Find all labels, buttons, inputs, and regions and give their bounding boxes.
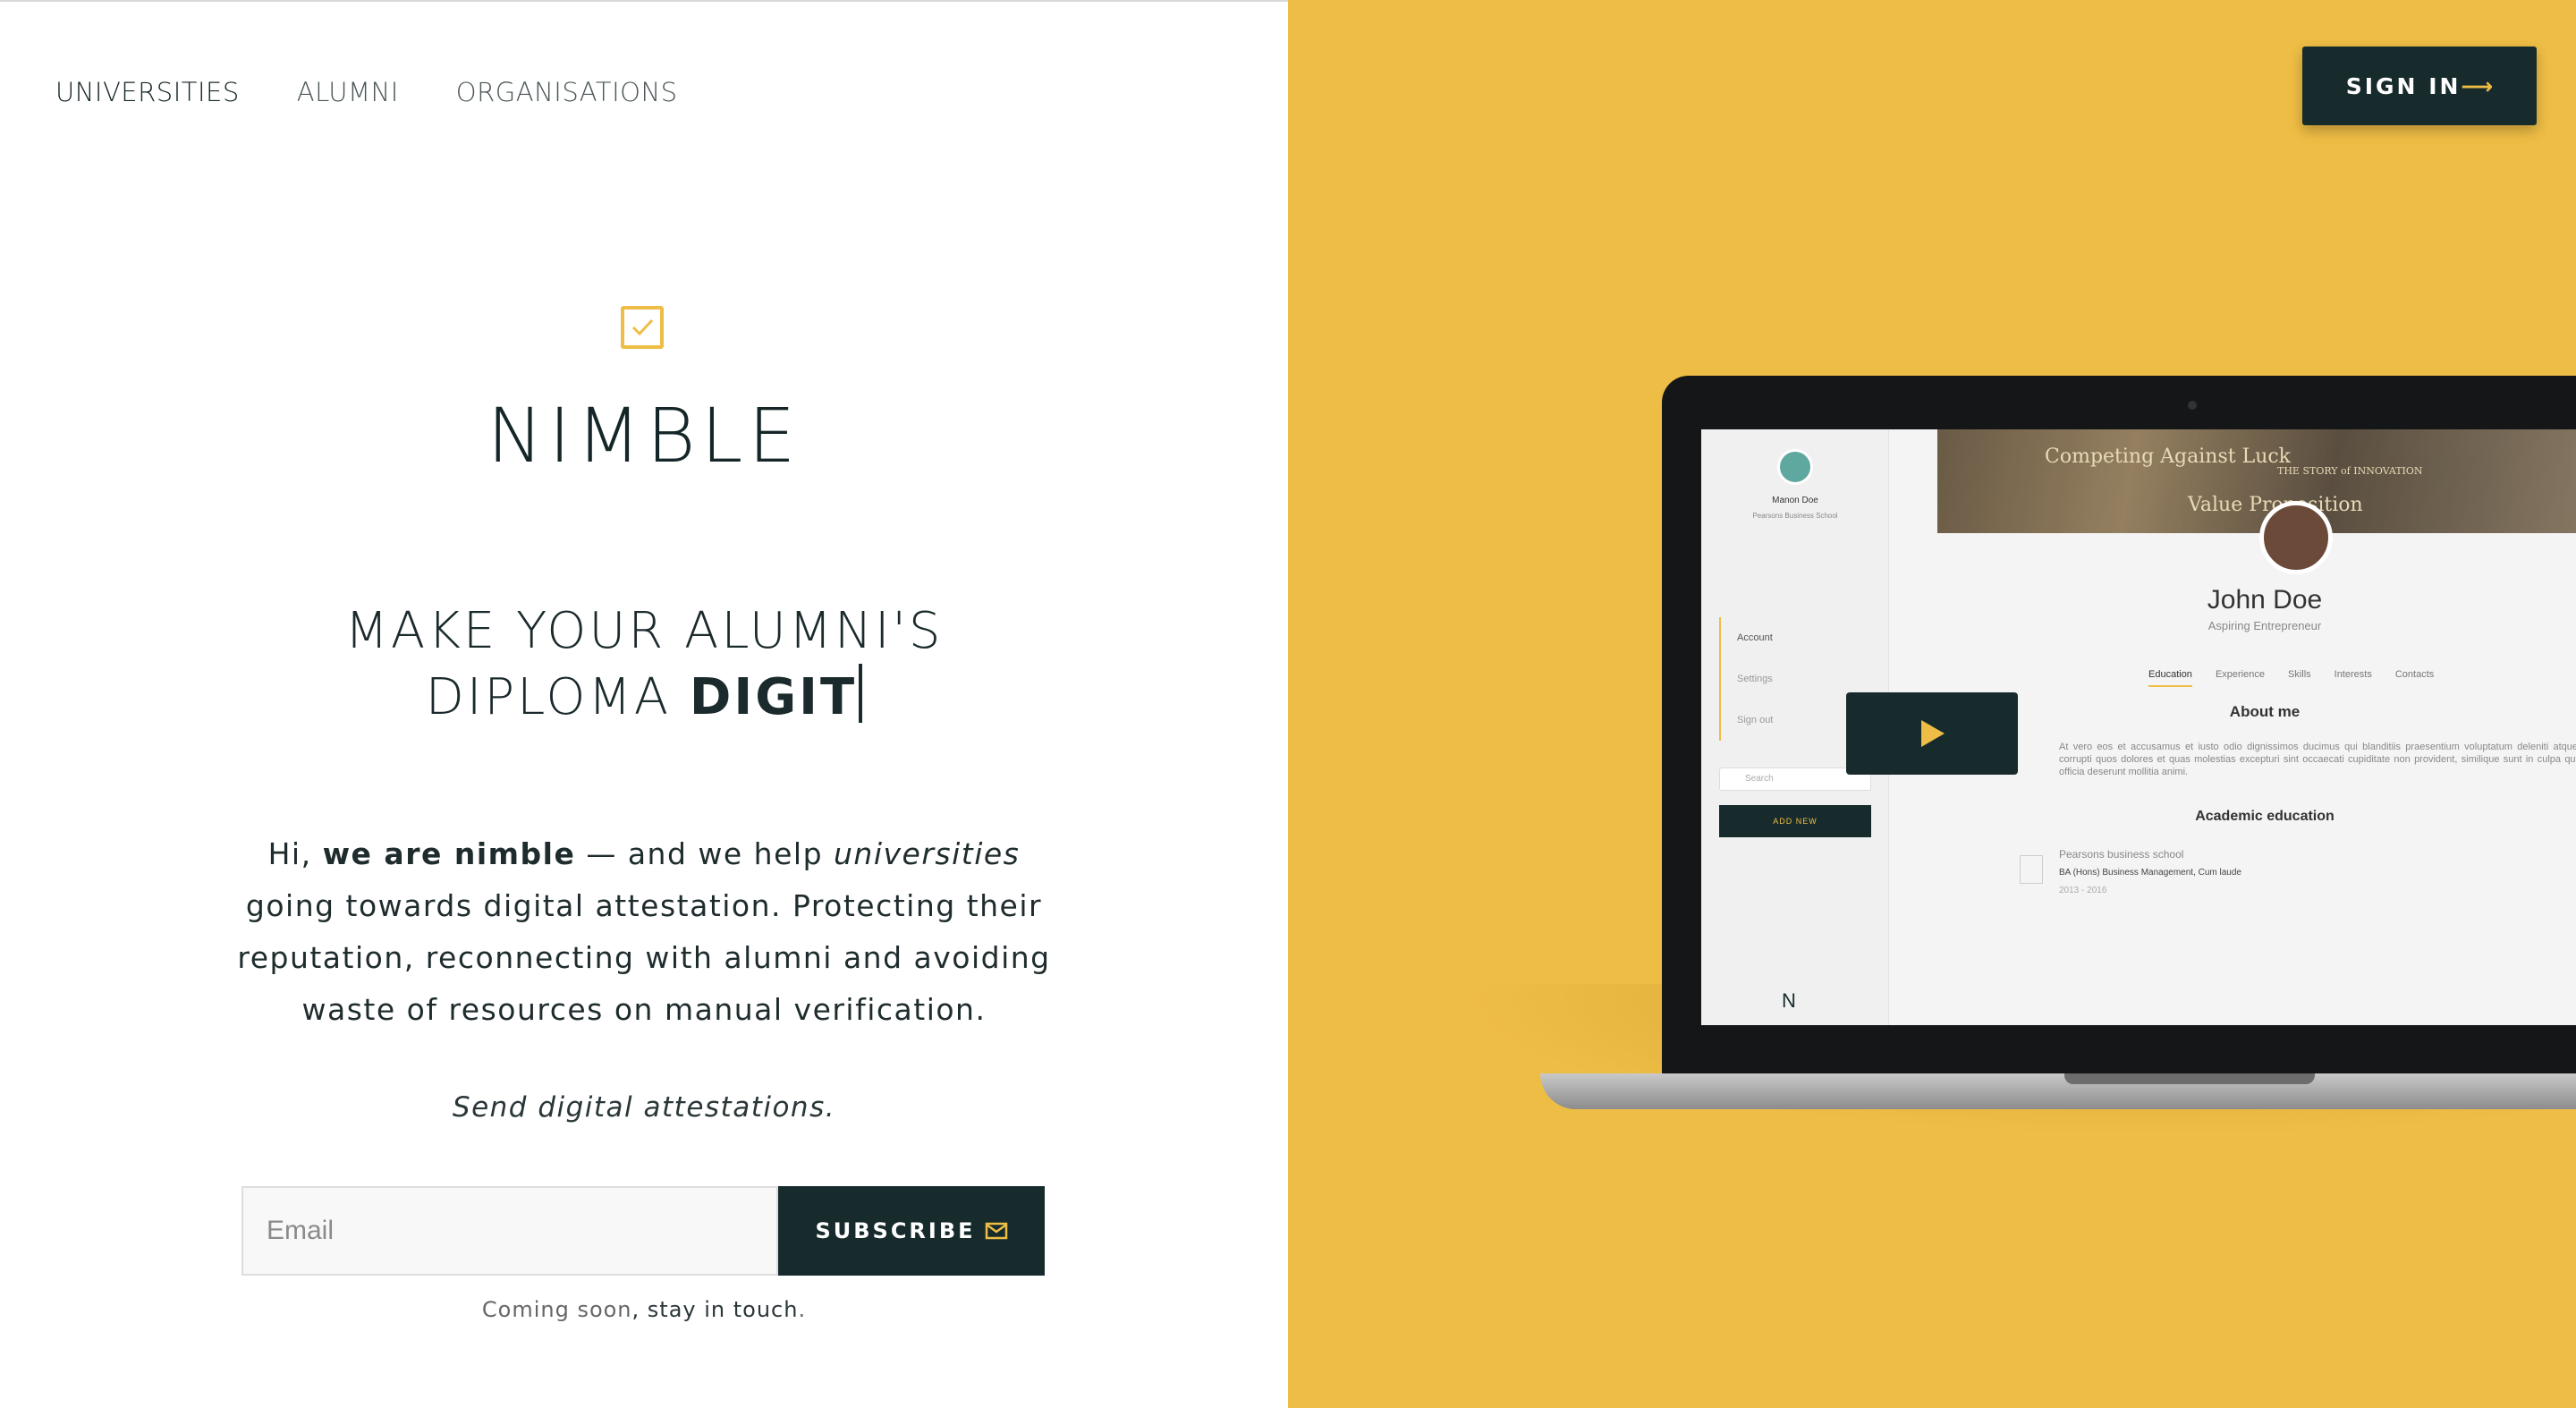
mockup-school-logo — [2020, 855, 2043, 884]
mockup-edu-degree: BA (Hons) Business Management, Cum laude — [2059, 868, 2241, 878]
stay-in-touch-link[interactable]: , stay in touch — [632, 1297, 799, 1322]
note-text: . — [798, 1297, 807, 1322]
mockup-tab: Experience — [2215, 669, 2265, 680]
brand-wordmark: NIMBLE — [487, 392, 801, 479]
hero-headline: MAKE YOUR ALUMNI'S DIPLOMA DIGIT — [0, 599, 1288, 730]
avatar — [1777, 449, 1813, 485]
mockup-about-text: At vero eos et accusamus et iusto odio d… — [2059, 742, 2576, 777]
mockup-menu-settings: Settings — [1737, 674, 1773, 684]
coming-soon-note: Coming soon, stay in touch. — [0, 1297, 1288, 1322]
mockup-tab: Education — [2148, 669, 2192, 687]
laptop-bezel: Manon Doe Pearsons Business School Accou… — [1662, 376, 2576, 1075]
subscribe-label: SUBSCRIBE — [815, 1218, 976, 1243]
mockup-user-school: Pearsons Business School — [1752, 512, 1838, 520]
intro-text: going towards digital attestation. Prote… — [237, 888, 1051, 1027]
left-panel: UNIVERSITIES ALUMNI ORGANISATIONS NIMBLE… — [0, 0, 1288, 1408]
headline-line2: DIPLOMA — [425, 668, 690, 726]
mockup-education-title: Academic education — [2195, 809, 2334, 824]
mockup-about-title: About me — [2229, 703, 2301, 720]
cover-book-title: Competing Against Luck — [2045, 445, 2292, 468]
intro-italic: universities — [834, 836, 1021, 871]
mockup-profile-role: Aspiring Entrepreneur — [2207, 619, 2322, 632]
mockup-profile-name: John Doe — [2207, 585, 2323, 615]
sign-in-button[interactable]: SIGN IN⟶ — [2302, 47, 2537, 125]
sign-in-label: SIGN IN — [2345, 72, 2462, 99]
top-nav: UNIVERSITIES ALUMNI ORGANISATIONS — [55, 77, 678, 107]
mockup-add-new: ADD NEW — [1719, 805, 1871, 837]
headline-typed-word: DIGIT — [689, 668, 858, 726]
mockup-profile-photo — [2259, 501, 2333, 574]
laptop-hinge — [2064, 1073, 2315, 1084]
mockup-edu-school: Pearsons business school — [2059, 848, 2184, 861]
mockup-mini-logo: N — [1782, 989, 1796, 1012]
subscribe-button[interactable]: SUBSCRIBE — [778, 1186, 1045, 1276]
nav-alumni[interactable]: ALUMNI — [297, 77, 399, 107]
intro-paragraph: Hi, we are nimble — and we help universi… — [224, 828, 1064, 1036]
mockup-user-name: Manon Doe — [1772, 496, 1818, 505]
typing-cursor — [859, 664, 863, 723]
mockup-tab: Skills — [2287, 669, 2311, 680]
nav-organisations[interactable]: ORGANISATIONS — [456, 77, 678, 107]
intro-text: Hi, — [267, 836, 323, 871]
subscribe-form: SUBSCRIBE — [242, 1186, 1045, 1276]
mockup-cover-image: Competing Against Luck Value Proposition… — [1937, 429, 2576, 533]
headline-line1: MAKE YOUR ALUMNI'S — [344, 602, 944, 660]
mockup-tab: Contacts — [2394, 669, 2435, 680]
mockup-tabs: Education Experience Skills Interests Co… — [2148, 669, 2434, 687]
check-square-icon — [621, 306, 664, 349]
cover-book-title: THE STORY of INNOVATION — [2277, 465, 2423, 477]
envelope-icon — [985, 1222, 1007, 1240]
intro-text: — and we help — [575, 836, 835, 871]
play-icon — [1921, 720, 1945, 747]
mockup-edu-years: 2013 - 2016 — [2059, 886, 2107, 895]
arrow-right-icon: ⟶ — [2461, 72, 2494, 99]
tagline: Send digital attestations. — [452, 1091, 836, 1124]
mockup-menu: Account Settings Sign out — [1719, 617, 1773, 741]
camera-dot — [2188, 401, 2197, 410]
play-video-button[interactable] — [1846, 692, 2018, 775]
note-text: Coming soon — [481, 1297, 632, 1322]
mockup-menu-signout: Sign out — [1737, 715, 1774, 725]
laptop-screen: Manon Doe Pearsons Business School Accou… — [1701, 429, 2576, 1025]
mockup-menu-account: Account — [1737, 632, 1773, 643]
intro-bold: we are nimble — [322, 836, 576, 871]
mockup-tab: Interests — [2334, 669, 2372, 680]
email-input[interactable] — [242, 1186, 778, 1276]
nav-universities[interactable]: UNIVERSITIES — [55, 77, 240, 107]
laptop-base — [1540, 1073, 2576, 1109]
laptop-mockup: Manon Doe Pearsons Business School Accou… — [1465, 376, 2576, 1136]
